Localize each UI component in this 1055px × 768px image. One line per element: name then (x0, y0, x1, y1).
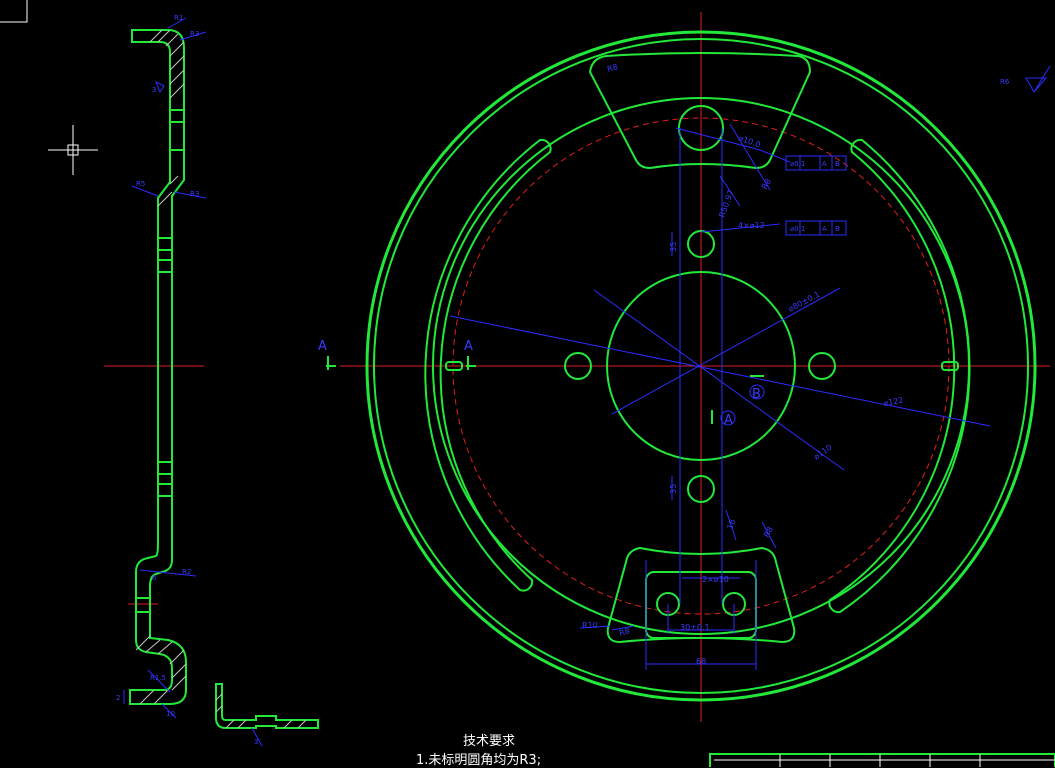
svg-text:R1.5: R1.5 (150, 674, 166, 682)
svg-text:R8: R8 (762, 525, 775, 539)
side-profile-outline (129, 29, 187, 705)
svg-text:35: 35 (669, 484, 678, 494)
svg-text:A: A (724, 413, 733, 428)
svg-text:35: 35 (669, 242, 678, 252)
svg-text:R50.97: R50.97 (717, 189, 735, 219)
svg-text:4×⌀12: 4×⌀12 (738, 221, 765, 230)
detail-hatch (283, 719, 293, 729)
svg-text:A: A (822, 160, 827, 168)
side-section-view[interactable]: R1 R3 3 R5 R3 R2 6 R1.5 2 10 (104, 14, 207, 719)
frame-corner (0, 0, 28, 23)
svg-text:10: 10 (166, 710, 175, 718)
svg-text:⌀122: ⌀122 (883, 396, 904, 408)
svg-text:R8: R8 (618, 626, 631, 637)
svg-text:B: B (752, 387, 761, 402)
detail-outline (215, 683, 319, 729)
main-front-view[interactable]: ⌀10.0 R50.97 R8 R8 4×⌀12 ⌀0.1 A B ⌀0.1 A… (318, 12, 1051, 722)
svg-text:R3: R3 (190, 30, 199, 38)
svg-text:⌀110: ⌀110 (812, 443, 834, 462)
surface-roughness-symbol: R6 (1000, 65, 1051, 93)
svg-text:2: 2 (116, 694, 120, 702)
detail-hatch (225, 719, 235, 729)
crosshair-cursor-icon (48, 125, 98, 175)
detail-dim-text: 3 (254, 738, 258, 746)
svg-text:R8: R8 (606, 62, 619, 73)
svg-text:2×⌀10: 2×⌀10 (702, 575, 729, 584)
svg-text:68: 68 (696, 657, 706, 666)
detail-hatch (297, 719, 307, 729)
svg-text:⌀0.1: ⌀0.1 (790, 160, 805, 168)
svg-text:A: A (318, 339, 327, 354)
title-block-corner (709, 753, 1055, 767)
svg-text:R8: R8 (760, 177, 773, 191)
tech-requirements-title: 技术要求 (463, 734, 516, 749)
svg-text:B: B (835, 225, 840, 233)
svg-text:R2: R2 (182, 568, 191, 576)
cad-drawing-canvas[interactable]: R1 R3 3 R5 R3 R2 6 R1.5 2 10 3 ⌀10.0 R50… (0, 0, 1055, 767)
svg-text:R5: R5 (136, 180, 145, 188)
detail-hatch (237, 719, 247, 729)
svg-text:3: 3 (152, 86, 156, 94)
svg-text:30±0.1: 30±0.1 (680, 623, 710, 632)
tech-requirements-line1: 1.未标明圆角均为R3; (416, 753, 542, 768)
left-arc-slot (424, 138, 552, 592)
side-hatching (135, 29, 187, 705)
svg-text:A: A (464, 339, 473, 354)
main-dimension-labels: ⌀10.0 R50.97 R8 R8 4×⌀12 ⌀0.1 A B ⌀0.1 A… (318, 62, 904, 666)
svg-text:B: B (835, 160, 840, 168)
svg-text:R3: R3 (190, 190, 199, 198)
svg-text:⌀0.1: ⌀0.1 (790, 225, 805, 233)
detail-section-view[interactable]: 3 (215, 683, 319, 747)
svg-text:6: 6 (152, 574, 157, 582)
svg-text:R1: R1 (174, 14, 183, 22)
svg-text:R10: R10 (582, 621, 598, 630)
svg-text:R6: R6 (1000, 78, 1010, 86)
svg-text:A: A (822, 225, 827, 233)
svg-text:18: 18 (725, 518, 737, 531)
